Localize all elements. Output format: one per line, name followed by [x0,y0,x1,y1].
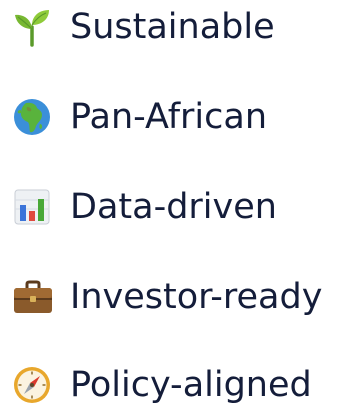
item-label: Pan-African [70,97,268,137]
item-label: Sustainable [70,7,275,47]
list-item-sustainable: Sustainable [12,4,275,50]
list-item-data-driven: Data-driven [12,184,277,230]
globe-africa-icon [12,94,58,140]
list-item-investor-ready: Investor-ready [12,274,322,320]
item-label: Investor-ready [70,277,323,317]
seedling-icon [12,4,58,50]
list-item-policy-aligned: Policy-aligned [12,362,312,408]
bar-chart-icon [12,184,58,230]
compass-icon [12,362,58,408]
briefcase-icon [12,274,58,320]
item-label: Data-driven [70,187,277,227]
list-item-pan-african: Pan-African [12,94,267,140]
item-label: Policy-aligned [70,365,312,405]
